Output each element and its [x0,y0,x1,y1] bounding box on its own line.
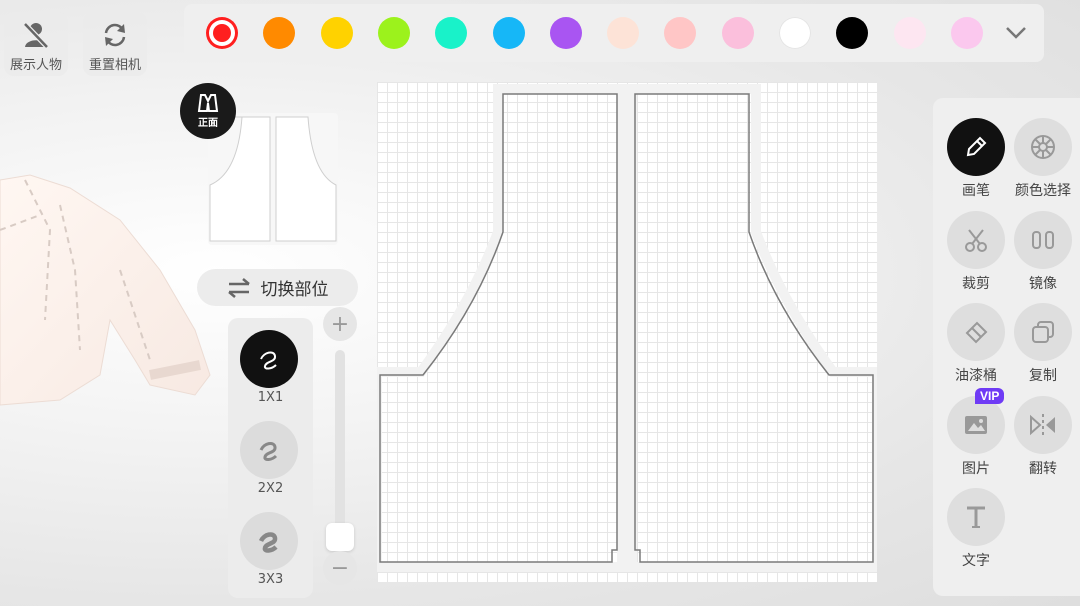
color-swatch[interactable] [721,17,754,49]
color-swatch[interactable] [664,17,697,49]
person-hidden-icon [23,22,49,49]
zoom-in-button[interactable]: + [323,307,357,341]
color-picker-tool[interactable]: 颜色选择 [1008,118,1078,200]
color-picker-label: 颜色选择 [1015,183,1071,199]
image-tool[interactable]: VIP 图片 [941,388,1011,478]
squiggle-icon [259,441,278,461]
brush-slider-thumb[interactable] [326,523,354,551]
mirror-tool-label: 镜像 [1029,276,1057,292]
chevron-down-icon[interactable] [1004,24,1028,42]
front-view-badge[interactable]: 正面 [180,83,236,139]
color-swatch[interactable] [950,17,983,49]
brush-size-1x1-button[interactable] [240,330,298,388]
switch-part-label: 切换部位 [260,280,329,300]
crop-tool[interactable]: 裁剪 [941,211,1011,293]
reset-camera-label: 重置相机 [88,58,141,73]
paint-bucket-label: 油漆桶 [955,368,997,384]
crop-tool-label: 裁剪 [962,276,990,292]
text-tool[interactable]: 文字 [941,488,1011,570]
brush-size-2x2-label: 2X2 [257,481,284,496]
color-swatch[interactable] [377,17,410,49]
selected-swatch-dot [213,24,231,42]
garment-preview[interactable] [208,113,338,245]
image-icon [965,416,987,434]
brush-size-3x3-label: 3X3 [257,572,284,587]
squiggle-icon [258,532,278,553]
color-swatch[interactable] [206,17,238,49]
color-swatch[interactable] [549,17,582,49]
refresh-icon [104,23,126,47]
color-wheel-icon [1031,135,1055,159]
pencil-icon [966,136,987,157]
brush-tool[interactable]: 画笔 [941,118,1011,200]
copy-icon [1032,321,1054,343]
drawing-canvas[interactable] [372,82,882,582]
brush-size-panel: 1X1 2X2 3X3 [228,318,313,598]
brush-size-1x1-label: 1X1 [257,390,284,405]
vip-badge: VIP [975,388,1005,404]
garment-preview-shape [209,116,337,242]
zoom-out-button[interactable]: − [323,551,357,585]
copy-tool-label: 复制 [1029,368,1057,384]
text-tool-label: 文字 [962,553,990,569]
brush-size-2x2-button[interactable] [240,421,298,479]
color-swatch[interactable] [779,17,811,49]
flip-tool[interactable]: 翻转 [1008,396,1078,478]
eraser-bucket-icon [965,321,988,344]
color-swatch[interactable] [320,17,353,49]
flip-icon [1030,414,1055,436]
vest-icon [197,94,219,112]
text-icon [967,506,985,528]
brush-slider-track[interactable] [335,350,345,550]
garment-pattern [372,84,882,572]
mirror-icon [1032,231,1054,249]
color-swatch[interactable] [607,17,640,49]
copy-tool[interactable]: 复制 [1008,303,1078,385]
image-tool-label: 图片 [962,461,990,477]
reset-camera-button[interactable]: 重置相机 [83,12,147,76]
jacket-model [0,174,211,406]
brush-tool-label: 画笔 [962,183,990,199]
brush-size-3x3-button[interactable] [240,512,298,570]
color-swatch[interactable] [435,17,468,49]
front-view-label: 正面 [198,118,218,129]
squiggle-icon [260,351,277,370]
swap-arrows-icon [227,277,250,298]
tool-panel: 画笔 颜色选择 裁剪 镜像 油漆桶 复制 VIP 图片 翻转 文字 [933,98,1080,596]
show-character-button[interactable]: 展示人物 [4,12,68,76]
scissors-icon [965,229,987,252]
color-palette [184,4,1044,62]
switch-part-button[interactable]: 切换部位 [197,269,358,306]
flip-tool-label: 翻转 [1029,461,1057,477]
color-swatch[interactable] [263,17,296,49]
color-swatch[interactable] [836,17,869,49]
mirror-tool[interactable]: 镜像 [1008,211,1078,293]
color-swatch[interactable] [893,17,926,49]
paint-bucket-tool[interactable]: 油漆桶 [941,303,1011,385]
show-character-label: 展示人物 [9,58,62,73]
color-swatch[interactable] [492,17,525,49]
